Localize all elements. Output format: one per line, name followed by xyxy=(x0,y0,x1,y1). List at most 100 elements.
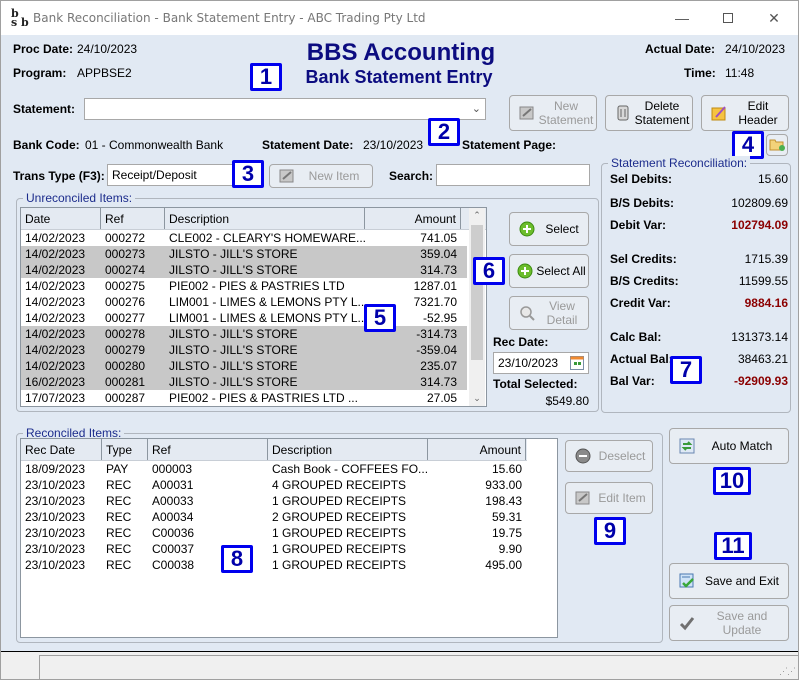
callout-badge-2: 2 xyxy=(428,118,460,146)
view-detail-button[interactable]: View Detail xyxy=(509,296,589,330)
trans-type-field[interactable]: Receipt/Deposit xyxy=(107,164,233,186)
reconciled-row[interactable]: 23/10/2023 REC C00036 1 GROUPED RECEIPTS 19.… xyxy=(21,525,557,541)
reconciled-row[interactable]: 23/10/2023 REC A00034 2 GROUPED RECEIPTS 59.… xyxy=(21,509,557,525)
new-statement-button[interactable]: New Statement xyxy=(509,95,597,131)
reconciliation-label: Bal Var: xyxy=(610,374,655,388)
cell-amount: 27.05 xyxy=(426,391,457,405)
edit-header-button[interactable]: Edit Header xyxy=(701,95,789,131)
search-input[interactable] xyxy=(436,164,590,186)
cell-amount: 1287.01 xyxy=(413,279,457,293)
unreconciled-row[interactable]: 16/02/2023 000281 JILSTO - JILL'S STORE 314… xyxy=(21,374,467,390)
col-ref[interactable]: Ref xyxy=(101,208,165,229)
statement-select[interactable]: 01 - 23/10/2023 - Created by: JS2 on 24/… xyxy=(84,98,486,120)
reconciliation-value: 15.60 xyxy=(757,172,788,186)
unreconciled-row[interactable]: 14/02/2023 000274 JILSTO - JILL'S STORE 314… xyxy=(21,262,467,278)
scroll-thumb[interactable] xyxy=(471,225,483,360)
reconciliation-label: Debit Var: xyxy=(610,218,667,232)
col-rec-date[interactable]: Rec Date xyxy=(21,439,102,460)
col-description[interactable]: Description xyxy=(165,208,365,229)
unreconciled-row[interactable]: 17/07/2023 000287 PIE002 - PIES & PASTRIES… xyxy=(21,390,467,406)
unreconciled-row[interactable]: 14/02/2023 000280 JILSTO - JILL'S STORE 235… xyxy=(21,358,467,374)
auto-match-button[interactable]: Auto Match xyxy=(669,428,789,464)
unreconciled-row[interactable]: 14/02/2023 000277 LIM001 - LIMES & LEMONS … xyxy=(21,310,467,326)
maximize-button[interactable] xyxy=(705,5,751,31)
cell-type: REC xyxy=(106,558,132,572)
chevron-down-icon: ⌄ xyxy=(471,103,481,115)
col-type[interactable]: Type xyxy=(102,439,148,460)
cell-amount: 359.04 xyxy=(420,247,457,261)
scroll-up-icon[interactable]: ⌃ xyxy=(469,210,485,221)
reconciled-row[interactable]: 23/10/2023 REC C00037 1 GROUPED RECEIPTS 9.9… xyxy=(21,541,557,557)
add-folder-button[interactable] xyxy=(766,134,788,156)
unreconciled-row[interactable]: 14/02/2023 000276 LIM001 - LIMES & LEMONS … xyxy=(21,294,467,310)
statement-label: Statement: xyxy=(13,102,76,116)
edit-item-button[interactable]: Edit Item xyxy=(565,482,653,514)
col-date[interactable]: Date xyxy=(21,208,101,229)
unreconciled-row[interactable]: 14/02/2023 000279 JILSTO - JILL'S STORE -35… xyxy=(21,342,467,358)
cell-ref: 000277 xyxy=(105,311,146,325)
cell-date: 14/02/2023 xyxy=(25,247,86,261)
unreconciled-row[interactable]: 14/02/2023 000278 JILSTO - JILL'S STORE -31… xyxy=(21,326,467,342)
rec-date-field[interactable]: 23/10/2023 xyxy=(493,352,589,374)
cell-ref: 000272 xyxy=(105,231,146,245)
deselect-button[interactable]: Deselect xyxy=(565,440,653,472)
cell-type: REC xyxy=(106,526,132,540)
cell-ref: 000278 xyxy=(105,327,146,341)
col-ref[interactable]: Ref xyxy=(148,439,268,460)
window-title: Bank Reconciliation - Bank Statement Ent… xyxy=(33,11,426,25)
proc-date-label: Proc Date: xyxy=(13,42,74,56)
save-and-update-button[interactable]: Save and Update xyxy=(669,605,789,641)
col-description[interactable]: Description xyxy=(268,439,428,460)
actual-date-value: 24/10/2023 xyxy=(725,42,786,56)
col-amount[interactable]: Amount xyxy=(428,439,526,460)
calendar-icon[interactable] xyxy=(570,356,584,376)
select-button[interactable]: Select xyxy=(509,212,589,246)
folder-add-icon xyxy=(769,137,785,154)
cell-amount: 741.05 xyxy=(420,231,457,245)
callout-badge-8: 8 xyxy=(221,545,253,573)
save-and-update-label: Save and Update xyxy=(716,609,768,637)
delete-statement-button[interactable]: Delete Statement xyxy=(605,95,693,131)
reconciled-row[interactable]: 23/10/2023 REC C00038 1 GROUPED RECEIPTS 495… xyxy=(21,557,557,573)
cell-ref: A00034 xyxy=(152,510,194,524)
delete-statement-label: Delete Statement xyxy=(634,99,690,127)
callout-badge-6: 6 xyxy=(473,257,505,285)
statement-date-value: 23/10/2023 xyxy=(363,138,424,152)
proc-date-value: 24/10/2023 xyxy=(77,42,138,56)
close-button[interactable]: ✕ xyxy=(751,5,797,31)
reconciled-row[interactable]: 23/10/2023 REC A00031 4 GROUPED RECEIPTS 933… xyxy=(21,477,557,493)
unreconciled-row[interactable]: 14/02/2023 000272 CLE002 - CLEARY'S HOMEWA… xyxy=(21,230,467,246)
reconciliation-value: 131373.14 xyxy=(731,330,788,344)
col-amount[interactable]: Amount xyxy=(365,208,461,229)
cell-desc: JILSTO - JILL'S STORE xyxy=(169,359,298,373)
save-and-exit-button[interactable]: Save and Exit xyxy=(669,563,789,599)
trans-type-value: Receipt/Deposit xyxy=(112,168,197,182)
cell-amount: -359.04 xyxy=(416,343,457,357)
callout-badge-4: 4 xyxy=(732,131,764,159)
resize-grip-icon[interactable]: ⋰⋰ xyxy=(779,666,796,677)
cell-desc: PIE002 - PIES & PASTRIES LTD ... xyxy=(169,391,358,405)
cell-amount: 495.00 xyxy=(485,558,522,572)
minimize-button[interactable]: — xyxy=(659,5,705,31)
cell-amount: 9.90 xyxy=(498,542,522,556)
edit-item-label: Edit Item xyxy=(598,491,646,505)
select-all-button[interactable]: Select All xyxy=(509,254,589,288)
cell-desc: JILSTO - JILL'S STORE xyxy=(169,263,298,277)
magnifier-icon xyxy=(518,304,536,322)
unreconciled-row[interactable]: 14/02/2023 000275 PIE002 - PIES & PASTRIES… xyxy=(21,278,467,294)
cell-date: 14/02/2023 xyxy=(25,311,86,325)
unreconciled-row[interactable]: 14/02/2023 000273 JILSTO - JILL'S STORE 359… xyxy=(21,246,467,262)
reconciled-row[interactable]: 18/09/2023 PAY 000003 Cash Book - COFFEES F… xyxy=(21,461,557,477)
reconciliation-label: Calc Bal: xyxy=(610,330,662,344)
reconciliation-value: 1715.39 xyxy=(744,252,788,266)
cell-desc: JILSTO - JILL'S STORE xyxy=(169,375,298,389)
reconciled-row[interactable]: 23/10/2023 REC A00033 1 GROUPED RECEIPTS 198… xyxy=(21,493,557,509)
scroll-down-icon[interactable]: ⌄ xyxy=(469,393,485,404)
unreconciled-scrollbar[interactable]: ⌃ ⌄ xyxy=(469,208,485,406)
new-statement-label: New Statement xyxy=(538,99,594,127)
statement-page-label: Statement Page: xyxy=(462,138,557,152)
cell-desc: 1 GROUPED RECEIPTS xyxy=(272,526,407,540)
select-all-label: Select All xyxy=(536,264,586,278)
new-item-button[interactable]: New Item xyxy=(269,164,373,188)
callout-badge-3: 3 xyxy=(232,160,264,188)
